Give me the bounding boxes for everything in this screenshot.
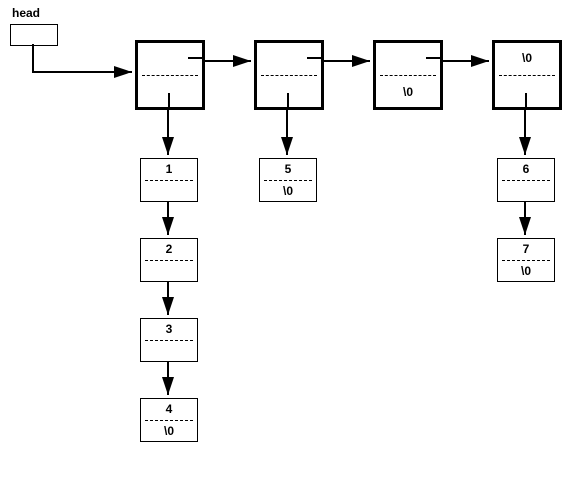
node-null: \0 [498,264,554,278]
data-node: 7 \0 [497,238,555,282]
data-node: 5 \0 [259,158,317,202]
node-value: 3 [141,322,197,336]
node-value: 4 [141,402,197,416]
data-node: 4 \0 [140,398,198,442]
node-value: 1 [141,162,197,176]
node-value: 5 [260,162,316,176]
column-node-4: \0 [492,40,562,110]
data-node: 6 [497,158,555,202]
node-value: 7 [498,242,554,256]
data-node: 1 [140,158,198,202]
column-node-1 [135,40,205,110]
node-value: 2 [141,242,197,256]
column-node-2 [254,40,324,110]
linked-list-diagram: head \0 \0 [0,0,584,504]
column-3-down-null: \0 [376,85,440,99]
node-null: \0 [141,424,197,438]
column-4-next-null: \0 [495,51,559,65]
data-node: 3 [140,318,198,362]
head-label: head [12,6,40,20]
column-node-3: \0 [373,40,443,110]
data-node: 2 [140,238,198,282]
head-pointer-box [10,24,58,46]
node-value: 6 [498,162,554,176]
node-null: \0 [260,184,316,198]
